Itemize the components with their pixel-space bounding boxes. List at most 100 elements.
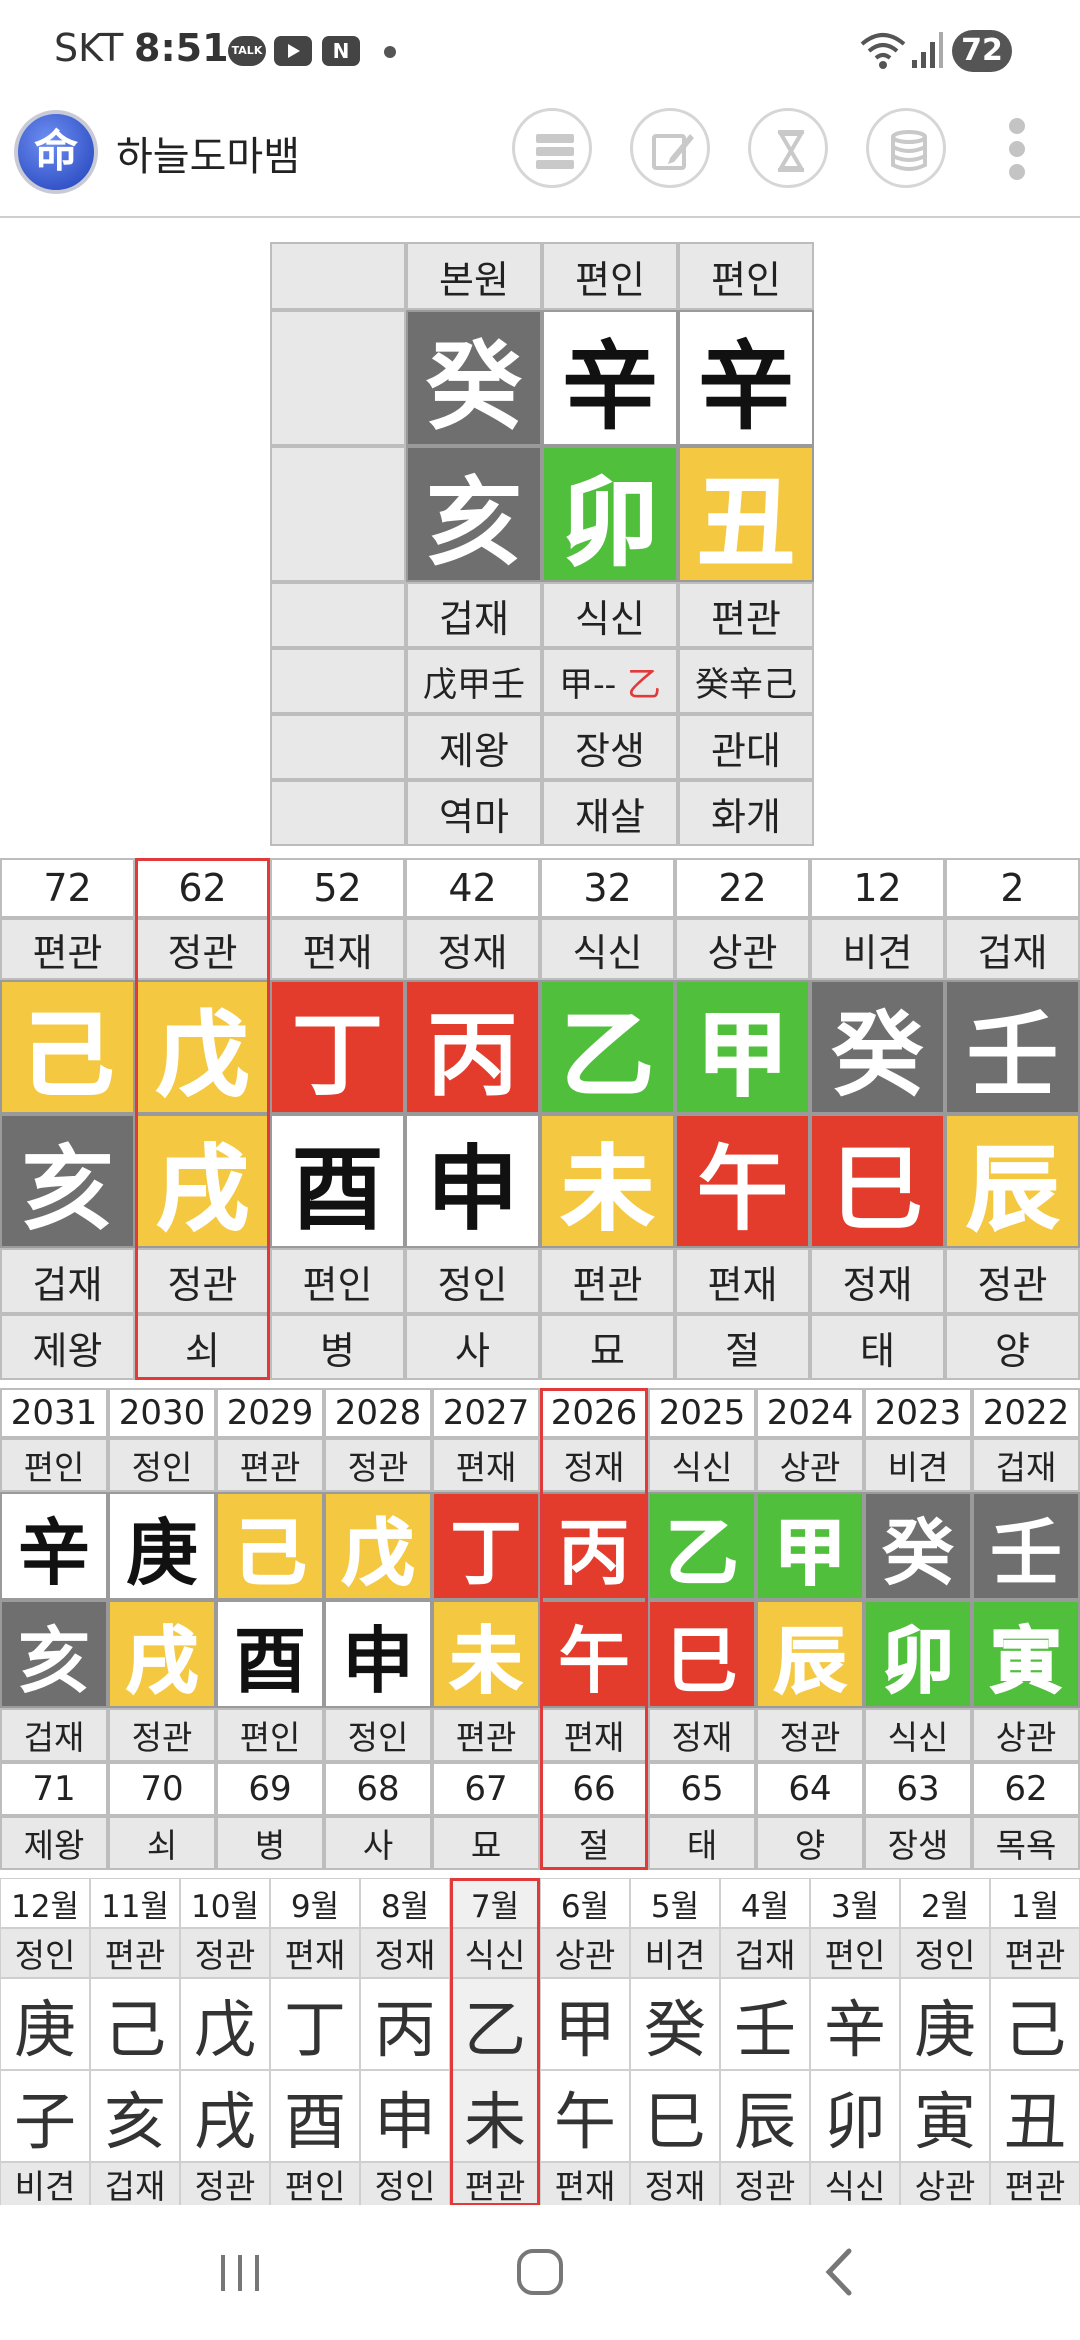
month-label[interactable]: 3월 xyxy=(810,1878,900,1928)
month-stem[interactable]: 丙 xyxy=(360,1978,450,2070)
year-label[interactable]: 2023 xyxy=(864,1388,972,1438)
month-stem[interactable]: 辛 xyxy=(810,1978,900,2070)
year-branch[interactable]: 申 xyxy=(324,1600,432,1708)
natal-branch[interactable]: 丑 xyxy=(678,446,814,582)
recent-apps-icon[interactable] xyxy=(195,2227,285,2317)
month-label[interactable]: 4월 xyxy=(720,1878,810,1928)
natal-branch[interactable]: 亥 xyxy=(406,446,542,582)
year-stem[interactable]: 丁 xyxy=(432,1492,540,1600)
daewoon-branch[interactable]: 申 xyxy=(405,1114,540,1248)
year-stem[interactable]: 庚 xyxy=(108,1492,216,1600)
year-branch[interactable]: 卯 xyxy=(864,1600,972,1708)
month-stem[interactable]: 甲 xyxy=(540,1978,630,2070)
daewoon-age[interactable]: 2 xyxy=(945,858,1080,918)
year-stem[interactable]: 甲 xyxy=(756,1492,864,1600)
list-button[interactable] xyxy=(512,108,592,188)
daewoon-age[interactable]: 52 xyxy=(270,858,405,918)
month-branch[interactable]: 午 xyxy=(540,2070,630,2162)
daewoon-stem[interactable]: 癸 xyxy=(810,980,945,1114)
year-label[interactable]: 2031 xyxy=(0,1388,108,1438)
month-branch[interactable]: 辰 xyxy=(720,2070,810,2162)
home-icon[interactable] xyxy=(495,2227,585,2317)
daewoon-stem[interactable]: 壬 xyxy=(945,980,1080,1114)
month-branch[interactable]: 卯 xyxy=(810,2070,900,2162)
daewoon-stem[interactable]: 戊 xyxy=(135,980,270,1114)
daewoon-age[interactable]: 32 xyxy=(540,858,675,918)
year-stem[interactable]: 己 xyxy=(216,1492,324,1600)
year-branch[interactable]: 亥 xyxy=(0,1600,108,1708)
year-branch[interactable]: 寅 xyxy=(972,1600,1080,1708)
month-branch[interactable]: 亥 xyxy=(90,2070,180,2162)
daewoon-branch[interactable]: 巳 xyxy=(810,1114,945,1248)
year-stem[interactable]: 癸 xyxy=(864,1492,972,1600)
year-branch[interactable]: 酉 xyxy=(216,1600,324,1708)
year-stem[interactable]: 乙 xyxy=(648,1492,756,1600)
year-label[interactable]: 2027 xyxy=(432,1388,540,1438)
year-stem[interactable]: 丙 xyxy=(540,1492,648,1600)
month-stem[interactable]: 庚 xyxy=(0,1978,90,2070)
hourglass-button[interactable] xyxy=(748,108,828,188)
daewoon-stem[interactable]: 乙 xyxy=(540,980,675,1114)
daewoon-branch[interactable]: 酉 xyxy=(270,1114,405,1248)
daewoon-stem[interactable]: 丁 xyxy=(270,980,405,1114)
month-label[interactable]: 5월 xyxy=(630,1878,720,1928)
daewoon-branch[interactable]: 午 xyxy=(675,1114,810,1248)
month-label[interactable]: 11월 xyxy=(90,1878,180,1928)
month-label[interactable]: 8월 xyxy=(360,1878,450,1928)
month-branch[interactable]: 戌 xyxy=(180,2070,270,2162)
daewoon-branch[interactable]: 辰 xyxy=(945,1114,1080,1248)
year-branch[interactable]: 午 xyxy=(540,1600,648,1708)
month-label[interactable]: 10월 xyxy=(180,1878,270,1928)
more-icon[interactable] xyxy=(1002,114,1032,184)
back-icon[interactable] xyxy=(795,2227,885,2317)
month-branch[interactable]: 申 xyxy=(360,2070,450,2162)
month-label[interactable]: 6월 xyxy=(540,1878,630,1928)
month-branch[interactable]: 寅 xyxy=(900,2070,990,2162)
year-stem[interactable]: 壬 xyxy=(972,1492,1080,1600)
natal-stem[interactable]: 辛 xyxy=(678,310,814,446)
daewoon-stem[interactable]: 甲 xyxy=(675,980,810,1114)
month-branch[interactable]: 子 xyxy=(0,2070,90,2162)
year-label[interactable]: 2030 xyxy=(108,1388,216,1438)
daewoon-branch[interactable]: 亥 xyxy=(0,1114,135,1248)
edit-button[interactable] xyxy=(630,108,710,188)
daewoon-age[interactable]: 72 xyxy=(0,858,135,918)
daewoon-age[interactable]: 12 xyxy=(810,858,945,918)
year-label[interactable]: 2022 xyxy=(972,1388,1080,1438)
month-branch[interactable]: 巳 xyxy=(630,2070,720,2162)
month-stem[interactable]: 庚 xyxy=(900,1978,990,2070)
year-branch[interactable]: 辰 xyxy=(756,1600,864,1708)
month-label[interactable]: 12월 xyxy=(0,1878,90,1928)
natal-branch[interactable]: 卯 xyxy=(542,446,678,582)
year-stem[interactable]: 辛 xyxy=(0,1492,108,1600)
natal-stem[interactable]: 辛 xyxy=(542,310,678,446)
daewoon-age[interactable]: 62 xyxy=(135,858,270,918)
month-stem[interactable]: 壬 xyxy=(720,1978,810,2070)
month-stem[interactable]: 己 xyxy=(990,1978,1080,2070)
daewoon-stem[interactable]: 己 xyxy=(0,980,135,1114)
daewoon-age[interactable]: 42 xyxy=(405,858,540,918)
month-branch[interactable]: 酉 xyxy=(270,2070,360,2162)
daewoon-stem[interactable]: 丙 xyxy=(405,980,540,1114)
year-label[interactable]: 2029 xyxy=(216,1388,324,1438)
month-stem[interactable]: 戊 xyxy=(180,1978,270,2070)
year-branch[interactable]: 戌 xyxy=(108,1600,216,1708)
year-label[interactable]: 2026 xyxy=(540,1388,648,1438)
natal-stem[interactable]: 癸 xyxy=(406,310,542,446)
daewoon-branch[interactable]: 戌 xyxy=(135,1114,270,1248)
month-branch[interactable]: 未 xyxy=(450,2070,540,2162)
month-stem[interactable]: 癸 xyxy=(630,1978,720,2070)
month-branch[interactable]: 丑 xyxy=(990,2070,1080,2162)
month-label[interactable]: 9월 xyxy=(270,1878,360,1928)
month-label[interactable]: 7월 xyxy=(450,1878,540,1928)
daewoon-branch[interactable]: 未 xyxy=(540,1114,675,1248)
daewoon-age[interactable]: 22 xyxy=(675,858,810,918)
year-label[interactable]: 2024 xyxy=(756,1388,864,1438)
month-label[interactable]: 1월 xyxy=(990,1878,1080,1928)
month-label[interactable]: 2월 xyxy=(900,1878,990,1928)
month-stem[interactable]: 丁 xyxy=(270,1978,360,2070)
year-label[interactable]: 2028 xyxy=(324,1388,432,1438)
year-branch[interactable]: 未 xyxy=(432,1600,540,1708)
database-button[interactable] xyxy=(866,108,946,188)
year-stem[interactable]: 戊 xyxy=(324,1492,432,1600)
